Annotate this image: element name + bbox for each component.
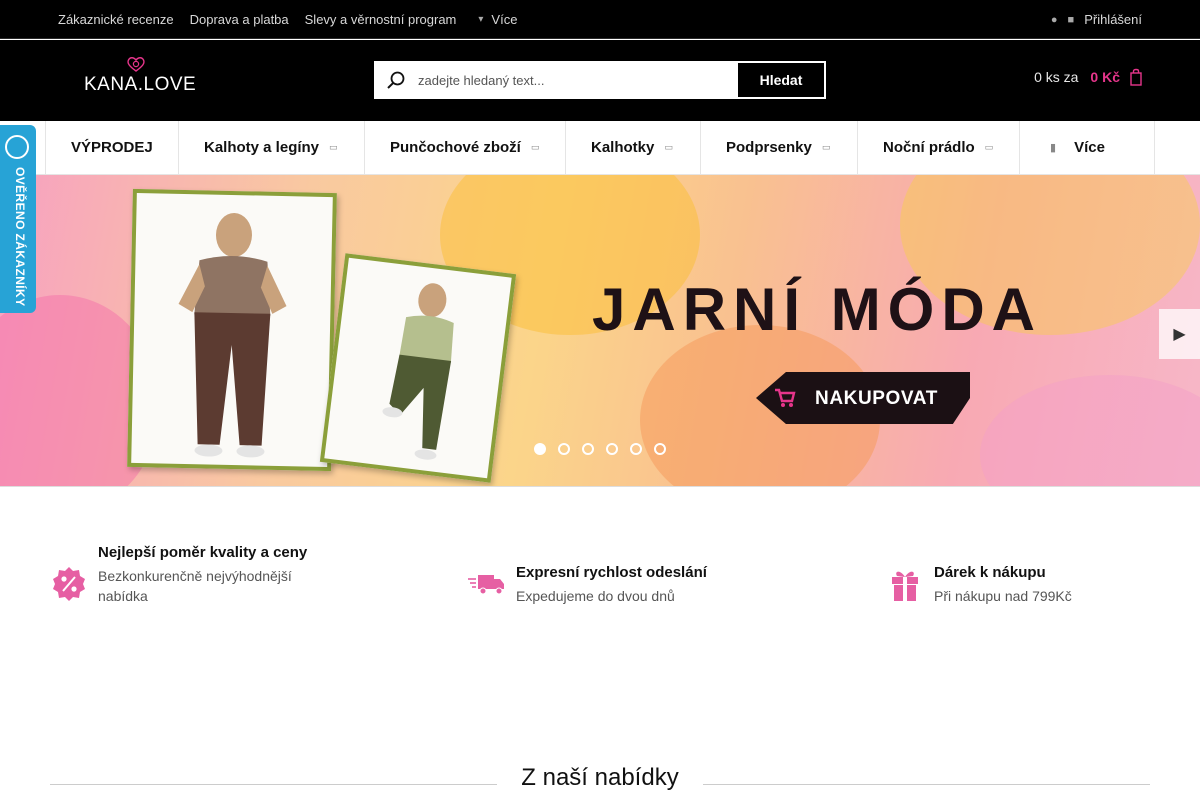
- logo-text: KANA.LOVE: [84, 74, 197, 95]
- top-links: Zákaznické recenze Doprava a platba Slev…: [58, 0, 517, 39]
- search-icon: [376, 63, 416, 97]
- shop-now-label: NAKUPOVAT: [815, 388, 938, 409]
- flower-decoration: [980, 375, 1200, 486]
- top-more-menu[interactable]: ▾ Více: [478, 12, 517, 27]
- gift-icon: [892, 571, 918, 601]
- section-title: Z naší nabídky: [521, 764, 679, 791]
- chevron-down-icon: ▭: [821, 142, 831, 152]
- chevron-down-icon: ▭: [530, 142, 540, 152]
- nav-item-pants[interactable]: Kalhoty a legíny ▭: [179, 121, 365, 174]
- cart-count: 0 ks za: [1034, 69, 1079, 85]
- login-link[interactable]: ● ■ Přihlášení: [1051, 0, 1142, 39]
- chevron-down-icon: ▭: [329, 142, 338, 152]
- chevron-down-icon: ▾: [478, 14, 484, 25]
- truck-icon: [468, 575, 504, 595]
- usp-title: Nejlepší poměr kvality a ceny: [98, 544, 308, 561]
- nav-item-sale[interactable]: VÝPRODEJ: [46, 121, 179, 174]
- nav-item-label: Kalhoty a legíny: [204, 139, 320, 156]
- nav-item-nightwear[interactable]: Noční prádlo ▭: [858, 121, 1020, 174]
- slider-dot[interactable]: [582, 443, 594, 455]
- search-input[interactable]: [416, 63, 738, 97]
- usp-subtitle: Expedujeme do dvou dnů: [516, 588, 675, 604]
- slider-dot[interactable]: [558, 443, 570, 455]
- user-icon: ●: [1050, 13, 1058, 26]
- cart-icon: [775, 388, 796, 407]
- nav-item-label: VÝPRODEJ: [71, 139, 153, 156]
- usp-title: Dárek k nákupu: [934, 564, 1046, 581]
- cart-bag-icon: [1130, 68, 1142, 86]
- login-label: Přihlášení: [1084, 12, 1142, 27]
- usp-text: Dárek k nákupu Při nákupu nad 799Kč: [934, 563, 1072, 606]
- shop-now-button[interactable]: NAKUPOVAT: [756, 372, 970, 424]
- lock-icon: ■: [1067, 13, 1075, 26]
- slider-dots: [534, 443, 678, 455]
- usp-text: Expresní rychlost odeslání Expedujeme do…: [516, 563, 707, 606]
- model-photo-olive: [319, 253, 517, 483]
- verified-seal-icon: [5, 135, 29, 159]
- nav-item-hosiery[interactable]: Punčochové zboží ▭: [365, 121, 566, 174]
- nav-item-label: Noční prádlo: [883, 139, 975, 156]
- slider-dot[interactable]: [630, 443, 642, 455]
- usp-title: Expresní rychlost odeslání: [516, 564, 707, 581]
- nav-item-label: Kalhotky: [591, 139, 655, 156]
- heart-logo-icon: [127, 57, 145, 72]
- link-reviews[interactable]: Zákaznické recenze: [58, 12, 174, 27]
- nav-item-panties[interactable]: Kalhotky ▭: [566, 121, 701, 174]
- section-heading: Z naší nabídky: [0, 762, 1200, 792]
- slider-dot[interactable]: [606, 443, 618, 455]
- link-discounts[interactable]: Slevy a věrnostní program: [305, 12, 457, 27]
- usp-shipping: Expresní rychlost odeslání Expedujeme do…: [468, 563, 707, 606]
- usp-subtitle: Bezkonkurenčně nejvýhodnější nabídka: [98, 568, 292, 604]
- cart-summary[interactable]: 0 ks za 0 Kč: [1034, 68, 1142, 86]
- verified-customers-badge[interactable]: OVĚŘENO ZÁKAZNÍKY: [0, 125, 36, 313]
- search-button[interactable]: Hledat: [738, 63, 824, 97]
- cart-price: 0 Kč: [1090, 69, 1120, 85]
- link-shipping[interactable]: Doprava a platba: [190, 12, 289, 27]
- nav-item-label: Podprsenky: [726, 139, 812, 156]
- header: KANA.LOVE Hledat 0 ks za 0 Kč: [0, 40, 1200, 121]
- usp-text: Nejlepší poměr kvality a ceny Bezkonkure…: [98, 543, 328, 606]
- usp-quality: Nejlepší poměr kvality a ceny Bezkonkure…: [50, 543, 328, 606]
- top-bar: Zákaznické recenze Doprava a platba Slev…: [0, 0, 1200, 39]
- chevron-right-icon: ▶: [1173, 326, 1186, 343]
- model-photo-brown: [127, 188, 337, 472]
- percent-icon: [53, 567, 85, 601]
- hero-banner[interactable]: JARNÍ MÓDA NAKUPOVAT ▶: [0, 175, 1200, 487]
- logo[interactable]: KANA.LOVE: [84, 56, 196, 96]
- slider-dot[interactable]: [534, 443, 546, 455]
- top-more-label: Více: [491, 12, 518, 27]
- nav-item-more[interactable]: ▮ Více: [1020, 121, 1155, 174]
- slider-next-button[interactable]: ▶: [1159, 309, 1200, 359]
- usp-subtitle: Při nákupu nad 799Kč: [934, 588, 1072, 604]
- chevron-down-icon: ▭: [664, 142, 673, 152]
- nav-item-bras[interactable]: Podprsenky ▭: [701, 121, 858, 174]
- chevron-down-icon: ▭: [984, 142, 994, 152]
- main-nav: VÝPRODEJ Kalhoty a legíny ▭ Punčochové z…: [0, 121, 1200, 175]
- usp-gift: Dárek k nákupu Při nákupu nad 799Kč: [886, 563, 1072, 606]
- banner-headline: JARNÍ MÓDA: [592, 276, 1043, 343]
- slider-dot[interactable]: [654, 443, 666, 455]
- search-bar: Hledat: [374, 61, 826, 99]
- nav-more-label: Více: [1074, 139, 1105, 156]
- hamburger-icon: ▮: [1050, 142, 1057, 154]
- badge-text: OVĚŘENO ZÁKAZNÍKY: [13, 167, 27, 307]
- nav-item-label: Punčochové zboží: [390, 139, 521, 156]
